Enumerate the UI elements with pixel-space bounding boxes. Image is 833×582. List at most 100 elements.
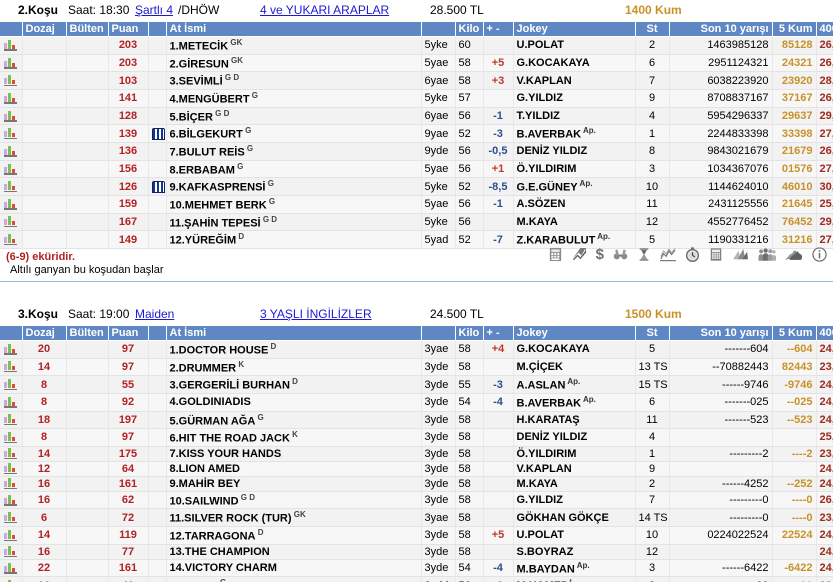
col-header-puan[interactable]: Puan bbox=[108, 325, 149, 341]
table-row[interactable]: 14 175 7.KISS YOUR HANDS 3yde 58 Ö.YILDIRIM 1-… bbox=[0, 446, 833, 462]
col-header-400m[interactable]: 400m G. bbox=[816, 22, 833, 37]
bar-chart-icon[interactable] bbox=[0, 411, 23, 430]
cell-jockey[interactable]: DENİZ YILDIZ bbox=[513, 428, 636, 447]
bar-chart-icon[interactable] bbox=[4, 396, 18, 408]
cell-jockey[interactable]: S.BOYRAZ bbox=[513, 544, 636, 560]
table-row[interactable]: 141 4.MENGÜBERT G 5yke 57 G.YILDIZ 9 870883716… bbox=[0, 89, 833, 108]
table-row[interactable]: 149 12.YÜREĞİM D 5yad 52 -7 Z.KARABULUT Ap. 5 1… bbox=[0, 230, 833, 249]
bar-chart-icon[interactable] bbox=[0, 375, 23, 394]
cell-horse-name[interactable]: 12.YÜREĞİM D bbox=[166, 230, 422, 249]
jockey-silk-cell[interactable] bbox=[148, 124, 167, 143]
bar-chart-icon[interactable] bbox=[0, 491, 23, 510]
bar-chart-icon[interactable] bbox=[4, 562, 18, 574]
table-row[interactable]: 18 197 5.GÜRMAN AĞA G 3yde 58 H.KARATAŞ 11 ----… bbox=[0, 411, 833, 430]
bar-chart-icon[interactable] bbox=[4, 546, 18, 558]
bar-chart-icon[interactable] bbox=[4, 478, 18, 490]
bar-chart-icon[interactable] bbox=[0, 142, 23, 161]
race-condition-link[interactable]: Şartlı 4 bbox=[135, 3, 173, 17]
col-header-kum5[interactable]: 5 Kum bbox=[772, 22, 817, 37]
col-header-icon[interactable] bbox=[0, 22, 23, 37]
col-header-age[interactable] bbox=[421, 325, 456, 341]
col-header-son10[interactable]: Son 10 yarışı bbox=[669, 22, 773, 37]
bar-chart-icon[interactable] bbox=[0, 213, 23, 232]
bar-chart-icon[interactable] bbox=[4, 128, 18, 140]
table-row[interactable]: 136 7.BULUT REİS G 9yde 56 -0,5 DENİZ YILDIZ 8… bbox=[0, 142, 833, 161]
bar-chart-icon[interactable] bbox=[0, 36, 23, 55]
cell-jockey[interactable]: M.KAYA bbox=[513, 476, 636, 492]
bar-chart-icon[interactable] bbox=[0, 544, 23, 560]
table-row[interactable]: 16 62 10.SAILWIND G D 3yde 58 G.YILDIZ 7 ------… bbox=[0, 491, 833, 510]
cell-jockey[interactable]: U.POLAT bbox=[513, 36, 636, 55]
bar-chart-icon[interactable] bbox=[4, 361, 18, 373]
cell-jockey[interactable]: M.BAYDAN Ap. bbox=[513, 559, 636, 578]
cell-horse-name[interactable]: 1.METECİK GK bbox=[166, 36, 422, 55]
cell-jockey[interactable]: DENİZ YILDIZ bbox=[513, 142, 636, 161]
col-header-age[interactable] bbox=[421, 22, 456, 37]
bar-chart-icon[interactable] bbox=[4, 379, 18, 391]
bar-chart-icon[interactable] bbox=[0, 177, 23, 196]
cell-horse-name[interactable]: 4.GOLDINIADIS bbox=[166, 393, 422, 412]
dollar-icon[interactable]: $ bbox=[596, 247, 604, 262]
bar-chart-icon[interactable] bbox=[0, 508, 23, 528]
bar-chart-icon[interactable] bbox=[4, 432, 18, 444]
bar-chart-icon[interactable] bbox=[4, 57, 18, 69]
col-header-400m[interactable]: 400m G. bbox=[816, 325, 833, 341]
table-row[interactable]: 8 92 4.GOLDINIADIS 3yde 54 -4 B.AVERBAK Ap. 6 --… bbox=[0, 393, 833, 412]
cell-jockey[interactable]: Z.KARABULUT Ap. bbox=[513, 230, 636, 249]
cell-horse-name[interactable]: 15.MANA G bbox=[166, 576, 422, 582]
cell-horse-name[interactable]: 8.LION AMED bbox=[166, 461, 422, 477]
col-header-kilo[interactable]: Kilo bbox=[455, 22, 484, 37]
bar-chart-icon[interactable] bbox=[0, 576, 23, 582]
cell-horse-name[interactable]: 9.MAHİR BEY bbox=[166, 476, 422, 492]
cell-horse-name[interactable]: 9.KAFKASPRENSİ G bbox=[166, 177, 422, 196]
col-header-son10[interactable]: Son 10 yarışı bbox=[669, 325, 773, 341]
cell-jockey[interactable]: Ö.YILDIRIM bbox=[513, 160, 636, 179]
cell-jockey[interactable]: V.KAPLAN bbox=[513, 461, 636, 477]
col-header-dozaj[interactable]: Dozaj bbox=[22, 325, 67, 341]
table-row[interactable]: 159 10.MEHMET BERK G 5yae 56 -1 A.SÖZEN 11 2431… bbox=[0, 195, 833, 214]
table-row[interactable]: 156 8.ERBABAM G 5yae 56 +1 Ö.YILDIRIM 3 1034367… bbox=[0, 160, 833, 179]
cell-horse-name[interactable]: 11.ŞAHİN TEPESİ G D bbox=[166, 213, 422, 232]
table-row[interactable]: 203 1.METECİK GK 5yke 60 U.POLAT 2 1463985128 8… bbox=[0, 36, 833, 55]
col-header-st[interactable]: St bbox=[635, 22, 670, 37]
col-header-handicap[interactable]: + - bbox=[483, 22, 514, 37]
bar-chart-icon[interactable] bbox=[0, 89, 23, 108]
cell-horse-name[interactable]: 7.KISS YOUR HANDS bbox=[166, 446, 422, 462]
bar-chart-icon[interactable] bbox=[4, 494, 18, 506]
table-row[interactable]: 14 119 12.TARRAGONA D 3yde 58 +5 U.POLAT 10 0224… bbox=[0, 526, 833, 545]
cell-horse-name[interactable]: 12.TARRAGONA D bbox=[166, 526, 422, 545]
cell-horse-name[interactable]: 13.THE CHAMPION bbox=[166, 544, 422, 560]
cell-horse-name[interactable]: 10.SAILWIND G D bbox=[166, 491, 422, 510]
bar-chart-icon[interactable] bbox=[0, 54, 23, 73]
bar-chart-icon[interactable] bbox=[4, 75, 18, 87]
bar-chart-icon[interactable] bbox=[4, 216, 18, 228]
cell-horse-name[interactable]: 14.VICTORY CHARM bbox=[166, 559, 422, 578]
cell-jockey[interactable]: G.KOCAKAYA bbox=[513, 54, 636, 73]
bar-chart-icon[interactable] bbox=[4, 163, 18, 175]
col-header-icon[interactable] bbox=[0, 325, 23, 341]
table-row[interactable]: 103 3.SEVİMLİ G D 6yae 58 +3 V.KAPLAN 7 6038223… bbox=[0, 71, 833, 90]
bar-chart-icon[interactable] bbox=[0, 476, 23, 492]
crowd-icon[interactable] bbox=[758, 247, 776, 262]
bar-chart-icon[interactable] bbox=[4, 110, 18, 122]
col-header-jokey[interactable]: Jokey bbox=[513, 325, 636, 341]
bar-chart-icon[interactable] bbox=[0, 526, 23, 545]
col-header-silk[interactable] bbox=[148, 325, 167, 341]
table-row[interactable]: 8 97 6.HIT THE ROAD JACK K 3yde 58 DENİZ YILD… bbox=[0, 428, 833, 447]
bar-chart-icon[interactable] bbox=[0, 124, 23, 143]
cell-jockey[interactable]: M.HAMEDİ bbox=[513, 576, 636, 582]
cell-jockey[interactable]: G.YILDIZ bbox=[513, 89, 636, 108]
table-row[interactable]: 16 161 9.MAHİR BEY 3yde 58 M.KAYA 2 ------4252-… bbox=[0, 476, 833, 492]
table-row[interactable]: 14 97 2.DRUMMER K 3yde 58 M.ÇİÇEK 13 TS --70882… bbox=[0, 358, 833, 377]
cell-jockey[interactable]: V.KAPLAN bbox=[513, 71, 636, 90]
col-header-at-ismi[interactable]: At İsmi bbox=[166, 22, 422, 37]
cell-jockey[interactable]: A.ASLAN Ap. bbox=[513, 375, 636, 394]
hourglass-icon[interactable] bbox=[637, 247, 651, 262]
cell-jockey[interactable]: B.AVERBAK Ap. bbox=[513, 393, 636, 412]
bar-chart-icon[interactable] bbox=[0, 559, 23, 578]
calculator-icon[interactable] bbox=[709, 247, 723, 262]
cell-horse-name[interactable]: 7.BULUT REİS G bbox=[166, 142, 422, 161]
cell-horse-name[interactable]: 6.HIT THE ROAD JACK K bbox=[166, 428, 422, 447]
col-header-dozaj[interactable]: Dozaj bbox=[22, 22, 67, 37]
cell-jockey[interactable]: M.KAYA bbox=[513, 213, 636, 232]
